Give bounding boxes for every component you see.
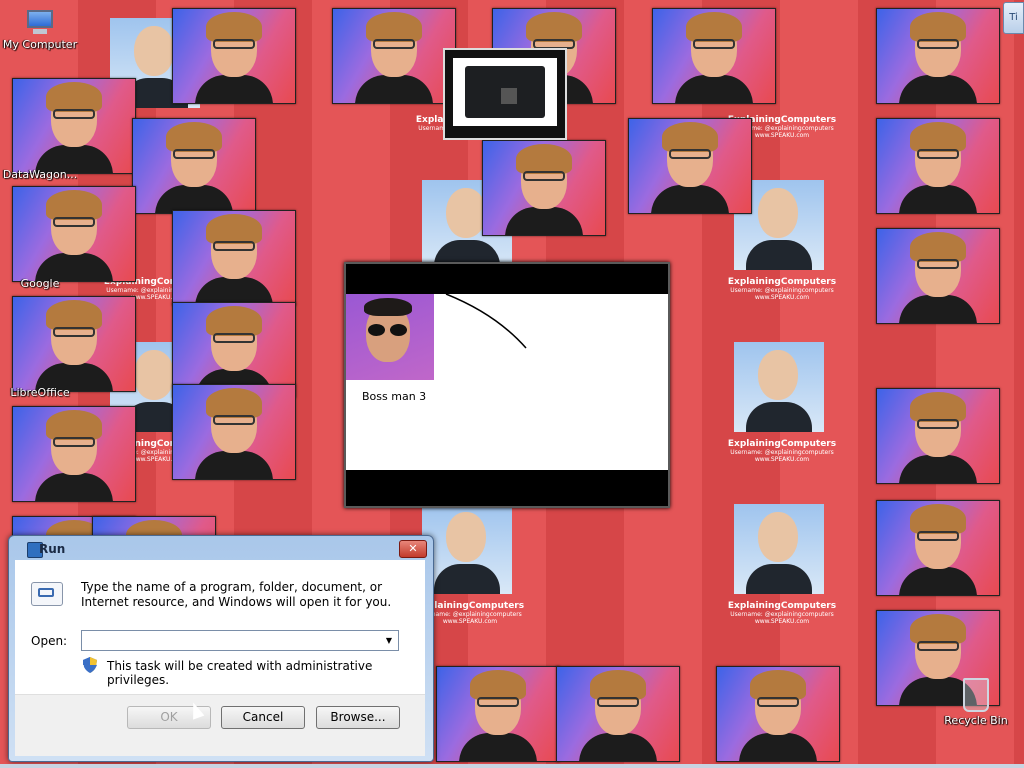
desktop-icon-google[interactable]: Google [0, 277, 80, 290]
open-combobox[interactable]: ▼ [81, 630, 399, 651]
desktop: ExplainingComputers Username: @explaining… [0, 0, 1024, 768]
portrait-window-tile[interactable] [716, 666, 840, 762]
chevron-down-icon[interactable]: ▼ [382, 633, 396, 648]
portrait-window-tile[interactable] [436, 666, 560, 762]
close-button[interactable]: ✕ [399, 540, 427, 558]
portrait-window-tile[interactable] [482, 140, 606, 236]
desktop-icon-label: Google [20, 277, 60, 290]
board-thumbnail-window[interactable] [443, 48, 567, 140]
portrait-window-tile[interactable] [12, 296, 136, 392]
portrait-window-tile[interactable] [876, 228, 1000, 324]
dialog-description: Type the name of a program, folder, docu… [81, 580, 392, 609]
portrait-window-tile[interactable] [652, 8, 776, 104]
uac-shield-icon [83, 657, 97, 673]
portrait-window-tile[interactable] [172, 210, 296, 306]
video-frame: Boss man 3 [346, 294, 668, 470]
desktop-icon-label: My Computer [2, 38, 78, 51]
desktop-icon-datawagon[interactable]: DataWagon... [0, 168, 80, 181]
portrait-window-tile[interactable] [332, 8, 456, 104]
wallpaper-portrait [422, 504, 512, 594]
run-icon [31, 582, 63, 606]
portrait-window-tile[interactable] [12, 406, 136, 502]
taskbar-edge [0, 764, 1024, 768]
browse-button[interactable]: Browse... [316, 706, 400, 729]
watermark-text: ExplainingComputersUsername: @explaining… [727, 277, 837, 301]
desktop-icon-label: Recycle Bin [944, 714, 1008, 727]
wallpaper-portrait [734, 342, 824, 432]
corner-window-tab[interactable]: Ti [1003, 2, 1024, 34]
board-image [453, 58, 557, 126]
portrait-window-tile[interactable] [876, 118, 1000, 214]
portrait-window-tile[interactable] [876, 8, 1000, 104]
portrait-window-tile[interactable] [876, 388, 1000, 484]
desktop-icon-libreoffice[interactable]: LibreOffice [0, 386, 80, 399]
admin-notice: This task will be created with administr… [107, 659, 373, 687]
portrait-window-tile[interactable] [172, 384, 296, 480]
portrait-window-tile[interactable] [12, 186, 136, 282]
computer-icon [25, 10, 55, 36]
desktop-icon-my-computer[interactable]: My Computer [0, 10, 80, 51]
portrait-window-tile[interactable] [132, 118, 256, 214]
desktop-icon-label: DataWagon... [2, 168, 78, 181]
portrait-window-tile[interactable] [876, 500, 1000, 596]
run-dialog[interactable]: Run ✕ Type the name of a program, folder… [8, 535, 434, 762]
watermark-text: ExplainingComputersUsername: @explaining… [727, 601, 837, 625]
portrait-window-tile[interactable] [628, 118, 752, 214]
portrait-window-tile[interactable] [172, 8, 296, 104]
wallpaper-portrait [734, 504, 824, 594]
desktop-icon-recycle-bin[interactable]: Recycle Bin [936, 678, 1016, 727]
video-window[interactable]: Boss man 3 [344, 262, 670, 508]
open-label: Open: [31, 634, 68, 648]
portrait-window-tile[interactable] [12, 78, 136, 174]
recycle-bin-icon [963, 678, 989, 712]
portrait-window-tile[interactable] [556, 666, 680, 762]
watermark-text: ExplainingComputersUsername: @explaining… [727, 439, 837, 463]
drawn-curve [445, 294, 527, 349]
cancel-button[interactable]: Cancel [221, 706, 305, 729]
dialog-title: Run [39, 542, 66, 556]
dialog-body: Type the name of a program, folder, docu… [15, 560, 425, 756]
desktop-icon-label: LibreOffice [10, 386, 70, 399]
